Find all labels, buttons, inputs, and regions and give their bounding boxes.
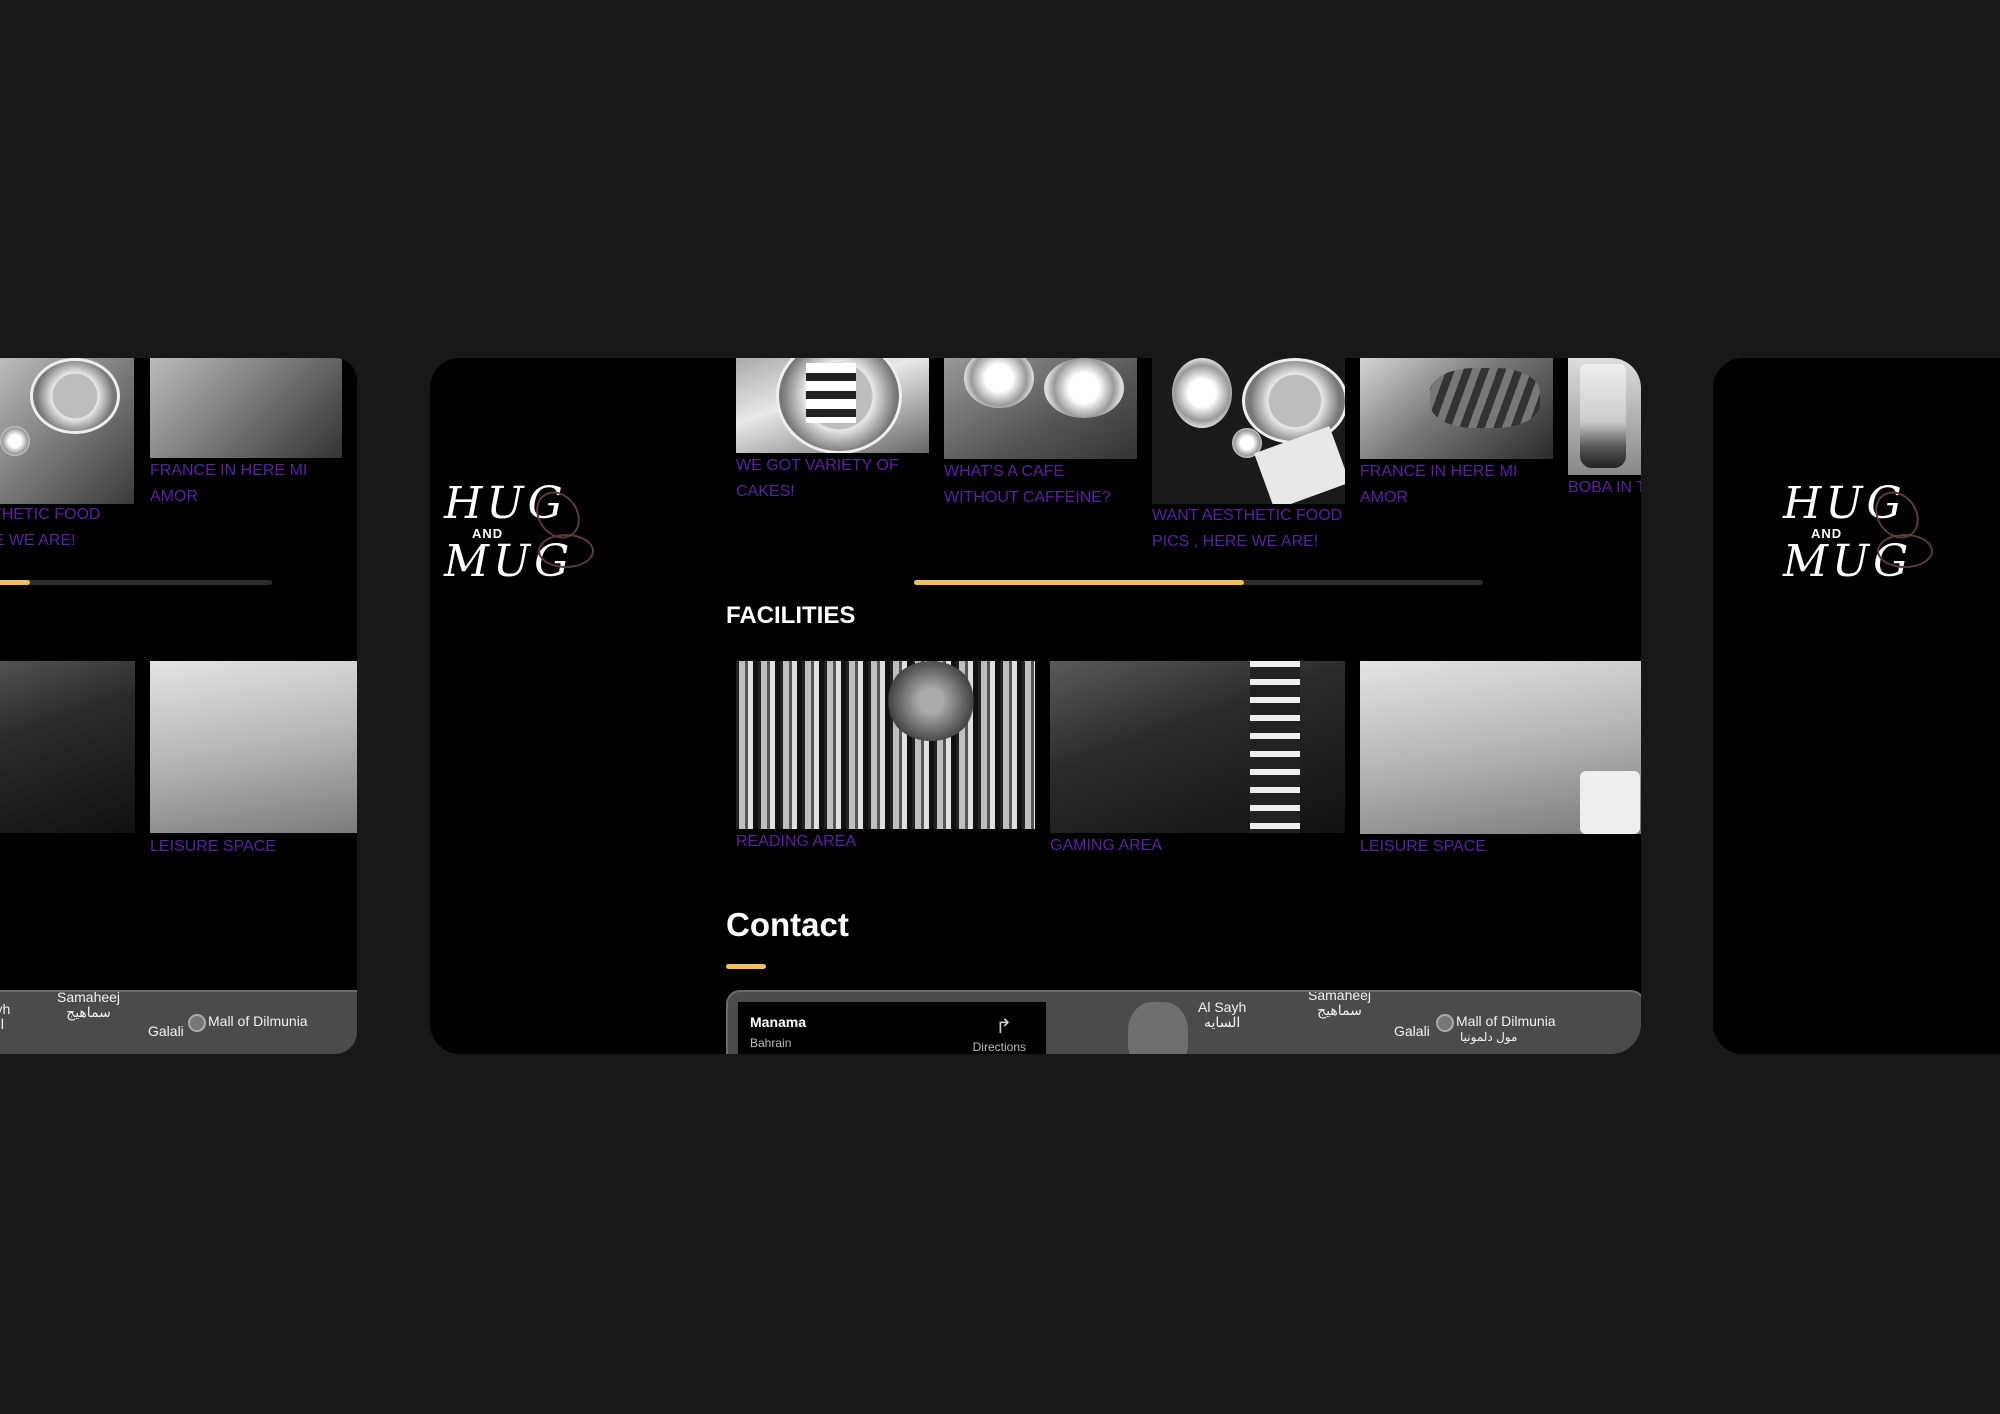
facilities-heading: FACILITIES bbox=[726, 602, 856, 629]
facility-card[interactable] bbox=[736, 661, 1035, 829]
map-label: Galali bbox=[148, 1023, 184, 1039]
map-landmass bbox=[1128, 1002, 1188, 1054]
gallery-caption: WE GOT VARIETY OF CAKES! bbox=[736, 457, 899, 500]
facility-caption: READING AREA bbox=[736, 833, 857, 850]
gallery-card[interactable] bbox=[1152, 358, 1345, 504]
gallery-photo bbox=[0, 358, 134, 504]
map-label: Mall of Dilmunia bbox=[208, 1013, 308, 1029]
gallery-card[interactable] bbox=[736, 358, 929, 453]
facility-card[interactable] bbox=[0, 661, 135, 833]
contact-heading: Contact bbox=[726, 906, 849, 943]
carousel-card-active: HUG AND MUG WE GOT VARIETY OF CAKES! WHA… bbox=[430, 358, 1641, 1054]
gallery-photo bbox=[736, 358, 929, 453]
map-label: Mall of Dilmunia bbox=[1456, 1013, 1556, 1029]
facility-photo bbox=[736, 661, 1035, 829]
map-embed[interactable]: Manama Bahrain ↱ Directions Al Sayh الساي… bbox=[726, 990, 1641, 1054]
gallery-card[interactable] bbox=[150, 358, 342, 458]
facility-photo bbox=[0, 661, 135, 833]
gallery-slider[interactable] bbox=[0, 580, 272, 585]
gallery-card[interactable] bbox=[1568, 358, 1641, 475]
gallery-photo bbox=[1568, 358, 1641, 475]
gallery-card[interactable] bbox=[944, 358, 1137, 459]
facility-caption: GAMING AREA bbox=[1050, 837, 1163, 854]
facility-caption: LEISURE SPACE bbox=[150, 838, 276, 855]
gallery-card[interactable] bbox=[0, 358, 134, 504]
map-place-name: Manama bbox=[750, 1014, 807, 1030]
coffee-bean-icon bbox=[538, 534, 594, 568]
map-pin-icon bbox=[188, 1014, 206, 1032]
carousel-card-previous[interactable]: AESTHETIC FOOD HERE WE ARE! FRANCE IN HE… bbox=[0, 358, 357, 1054]
gallery-slider-thumb[interactable] bbox=[914, 580, 1245, 585]
carousel-card-next[interactable]: HUG AND MUG bbox=[1713, 358, 2000, 1054]
map-label: Galali bbox=[1394, 1023, 1430, 1039]
directions-icon[interactable]: ↱ bbox=[995, 1014, 1012, 1039]
facility-photo bbox=[1360, 661, 1641, 834]
map-info-card: Manama Bahrain ↱ Directions bbox=[738, 1002, 1046, 1054]
gallery-photo bbox=[150, 358, 342, 458]
facility-photo bbox=[150, 661, 357, 833]
map-pin-icon bbox=[1436, 1014, 1454, 1032]
map-label: Samaheej سماهيج bbox=[57, 990, 121, 1020]
map-label: Samaheej سماهيج bbox=[1308, 990, 1372, 1018]
map-label: Al Sayhالسايه bbox=[0, 1001, 11, 1032]
directions-button[interactable]: Directions bbox=[973, 1040, 1026, 1054]
logo[interactable]: HUG AND MUG bbox=[444, 482, 594, 592]
facility-photo bbox=[1050, 661, 1345, 833]
facility-card[interactable] bbox=[1360, 661, 1641, 834]
gallery-caption: FRANCE IN HERE MI AMOR bbox=[1360, 463, 1518, 506]
map-label: Al Sayhالسايه bbox=[1198, 999, 1247, 1030]
gallery-caption: WHAT'S A CAFE WITHOUT CAFFEINE? bbox=[944, 463, 1111, 506]
gallery-photo bbox=[1360, 358, 1553, 459]
map-embed[interactable]: Al Sayhالسايه Samaheejسماهيج Galali Mall… bbox=[0, 990, 357, 1054]
facility-caption: LEISURE SPACE bbox=[1360, 838, 1486, 855]
gallery-photo bbox=[1152, 358, 1345, 504]
facility-card[interactable] bbox=[1050, 661, 1345, 833]
gallery-photo bbox=[944, 358, 1137, 459]
gallery-caption: WANT AESTHETIC FOOD PICS , HERE WE ARE! bbox=[1152, 507, 1343, 550]
gallery-caption: BOBA IN THE BOBA? bbox=[1568, 479, 1641, 496]
gallery-slider[interactable] bbox=[914, 580, 1483, 585]
map-label: مول دلمونيا bbox=[1460, 1030, 1518, 1044]
gallery-card[interactable] bbox=[1360, 358, 1553, 459]
facility-card[interactable] bbox=[150, 661, 357, 833]
coffee-bean-icon bbox=[1877, 534, 1933, 568]
gallery-caption: AESTHETIC FOOD HERE WE ARE! bbox=[0, 506, 101, 549]
gallery-caption: FRANCE IN HERE MI AMOR bbox=[150, 462, 308, 505]
logo: HUG AND MUG bbox=[1783, 482, 1933, 592]
map-place-country: Bahrain bbox=[750, 1036, 792, 1050]
contact-heading-underline bbox=[726, 964, 766, 969]
gallery-slider-thumb[interactable] bbox=[0, 580, 30, 585]
